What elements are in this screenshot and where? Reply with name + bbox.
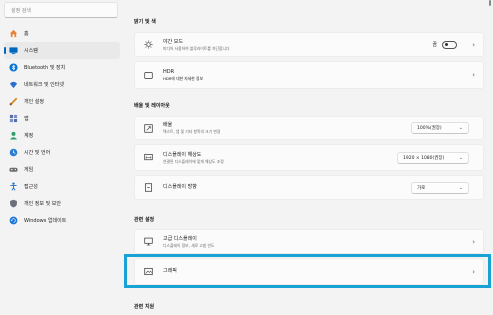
sidebar-item-accounts[interactable]: 계정 xyxy=(4,127,120,144)
main-content: 밝기 및 색 야간 모드 미디어 사용하여 블루라이트를 차단합니다 끔 › H… xyxy=(129,0,493,315)
sidebar-item-personalization[interactable]: 개인 설정 xyxy=(4,93,120,110)
sidebar-item-label: 개인 설정 xyxy=(24,99,44,105)
scale-dropdown-value: 100%(권장) xyxy=(417,126,442,131)
sidebar-item-label: Windows 업데이트 xyxy=(24,218,67,224)
chevron-down-icon: ⌄ xyxy=(458,184,463,191)
sidebar-item-label: 홈 xyxy=(24,31,29,37)
scale-text: 배율 텍스트, 앱 및 기타 항목의 크기 변경 xyxy=(163,122,220,134)
sidebar-item-home[interactable]: 홈 xyxy=(4,25,120,42)
sidebar-item-label: 네트워크 및 인터넷 xyxy=(24,82,64,88)
hdr-link[interactable]: HDR에 대한 자세한 정보 xyxy=(163,76,203,81)
sidebar-item-network[interactable]: 네트워크 및 인터넷 xyxy=(4,76,120,93)
scale-title: 배율 xyxy=(163,122,173,128)
chevron-down-icon: ⌄ xyxy=(458,125,463,131)
sidebar-item-bluetooth[interactable]: Bluetooth 및 장치 xyxy=(4,59,120,76)
night-light-title: 야간 모드 xyxy=(163,38,183,45)
resolution-dropdown-value: 1920 × 1080(권장) xyxy=(403,155,445,161)
sidebar-item-label: 게임 xyxy=(24,167,34,173)
sidebar-item-label: 개인 정보 및 보안 xyxy=(24,201,61,207)
system-icon xyxy=(9,46,18,55)
accessibility-icon xyxy=(9,182,18,191)
section-header-related-settings: 관련 설정 xyxy=(134,217,155,223)
sidebar-item-system[interactable]: 시스템 xyxy=(4,42,120,59)
scale-dropdown[interactable]: 100%(권장) ⌄ xyxy=(411,122,469,134)
hdr-card[interactable]: HDR HDR에 대한 자세한 정보 › xyxy=(134,61,484,89)
resolution-icon xyxy=(144,153,153,162)
graphics-card[interactable]: 그래픽 › xyxy=(134,258,484,285)
windows-update-icon xyxy=(9,216,18,225)
chevron-right-icon: › xyxy=(472,237,475,246)
night-light-toggle-label: 끔 xyxy=(432,42,437,48)
chevron-right-icon: › xyxy=(472,40,475,49)
home-icon xyxy=(9,29,18,38)
scale-icon xyxy=(144,123,153,133)
search-input[interactable]: 설정 검색 xyxy=(4,2,118,18)
time-language-icon xyxy=(9,148,18,157)
sidebar-item-label: 앱 xyxy=(24,116,29,122)
orientation-dropdown-value: 가로 xyxy=(417,185,426,191)
scale-card[interactable]: 배율 텍스트, 앱 및 기타 항목의 크기 변경 100%(권장) ⌄ xyxy=(134,116,484,140)
section-header-related-support: 관련 지원 xyxy=(134,304,155,310)
sidebar-item-label: 시간 및 언어 xyxy=(24,150,51,156)
section-header-brightness: 밝기 및 색 xyxy=(134,19,156,25)
sidebar-item-privacy[interactable]: 개인 정보 및 보안 xyxy=(4,195,120,212)
account-icon xyxy=(9,131,18,140)
section-header-scale-layout: 배율 및 레이아웃 xyxy=(134,103,170,109)
hdr-text: HDR HDR에 대한 자세한 정보 xyxy=(163,69,203,81)
sidebar-item-label: Bluetooth 및 장치 xyxy=(24,65,66,71)
graphics-title: 그래픽 xyxy=(163,268,177,274)
bluetooth-icon xyxy=(9,63,18,72)
chevron-right-icon: › xyxy=(472,267,475,276)
chevron-down-icon: ⌄ xyxy=(458,154,463,161)
night-light-card[interactable]: 야간 모드 미디어 사용하여 블루라이트를 차단합니다 끔 › xyxy=(134,32,484,57)
orientation-title: 디스플레이 방향 xyxy=(163,184,197,190)
orientation-icon xyxy=(144,183,153,192)
graphics-icon xyxy=(144,267,153,276)
scale-desc: 텍스트, 앱 및 기타 항목의 크기 변경 xyxy=(163,129,221,134)
sidebar-item-windows-update[interactable]: Windows 업데이트 xyxy=(4,212,120,229)
sidebar-item-time-language[interactable]: 시간 및 언어 xyxy=(4,144,120,161)
resolution-title: 디스플레이 해상도 xyxy=(163,151,202,158)
resolution-card[interactable]: 디스플레이 해상도 연결된 디스플레이에 맞게 해상도 조정 1920 × 10… xyxy=(134,144,484,171)
resolution-desc: 연결된 디스플레이에 맞게 해상도 조정 xyxy=(163,158,224,164)
privacy-shield-icon xyxy=(9,199,18,208)
resolution-text: 디스플레이 해상도 연결된 디스플레이에 맞게 해상도 조정 xyxy=(163,152,224,164)
advanced-display-desc: 디스플레이 정보, 새로 고침 빈도 xyxy=(163,242,215,248)
orientation-text: 디스플레이 방향 xyxy=(163,184,197,191)
orientation-card[interactable]: 디스플레이 방향 가로 ⌄ xyxy=(134,175,484,200)
scrollbar[interactable] xyxy=(489,0,491,6)
network-icon xyxy=(9,80,18,89)
chevron-right-icon: › xyxy=(472,71,475,79)
sidebar-item-label: 계정 xyxy=(24,133,34,139)
graphics-text: 그래픽 xyxy=(163,268,177,275)
advanced-display-text: 고급 디스플레이 디스플레이 정보, 새로 고침 빈도 xyxy=(163,236,214,248)
sidebar-nav: 홈 시스템 Bluetooth 및 장치 네트워크 및 인터넷 개인 설정 앱 … xyxy=(0,25,126,229)
personalization-icon xyxy=(9,97,18,106)
night-light-toggle[interactable] xyxy=(442,40,457,49)
hdr-icon xyxy=(144,71,153,80)
resolution-dropdown[interactable]: 1920 × 1080(권장) ⌄ xyxy=(397,151,469,164)
night-light-desc: 미디어 사용하여 블루라이트를 차단합니다 xyxy=(163,45,230,51)
monitor-icon xyxy=(144,237,153,246)
advanced-display-title: 고급 디스플레이 xyxy=(163,235,197,242)
advanced-display-card[interactable]: 고급 디스플레이 디스플레이 정보, 새로 고침 빈도 › xyxy=(134,229,484,254)
sidebar-item-accessibility[interactable]: 접근성 xyxy=(4,178,120,195)
sidebar-item-apps[interactable]: 앱 xyxy=(4,110,120,127)
sidebar-item-label: 접근성 xyxy=(24,184,38,190)
apps-icon xyxy=(9,114,18,123)
gaming-icon xyxy=(9,165,18,174)
sidebar-item-label: 시스템 xyxy=(24,48,38,54)
night-light-text: 야간 모드 미디어 사용하여 블루라이트를 차단합니다 xyxy=(163,39,230,51)
orientation-dropdown[interactable]: 가로 ⌄ xyxy=(411,181,469,194)
sidebar-item-gaming[interactable]: 게임 xyxy=(4,161,120,178)
sidebar: 설정 검색 홈 시스템 Bluetooth 및 장치 네트워크 및 인터넷 개인… xyxy=(0,0,126,315)
hdr-title: HDR xyxy=(163,69,175,75)
brightness-icon xyxy=(144,40,153,49)
